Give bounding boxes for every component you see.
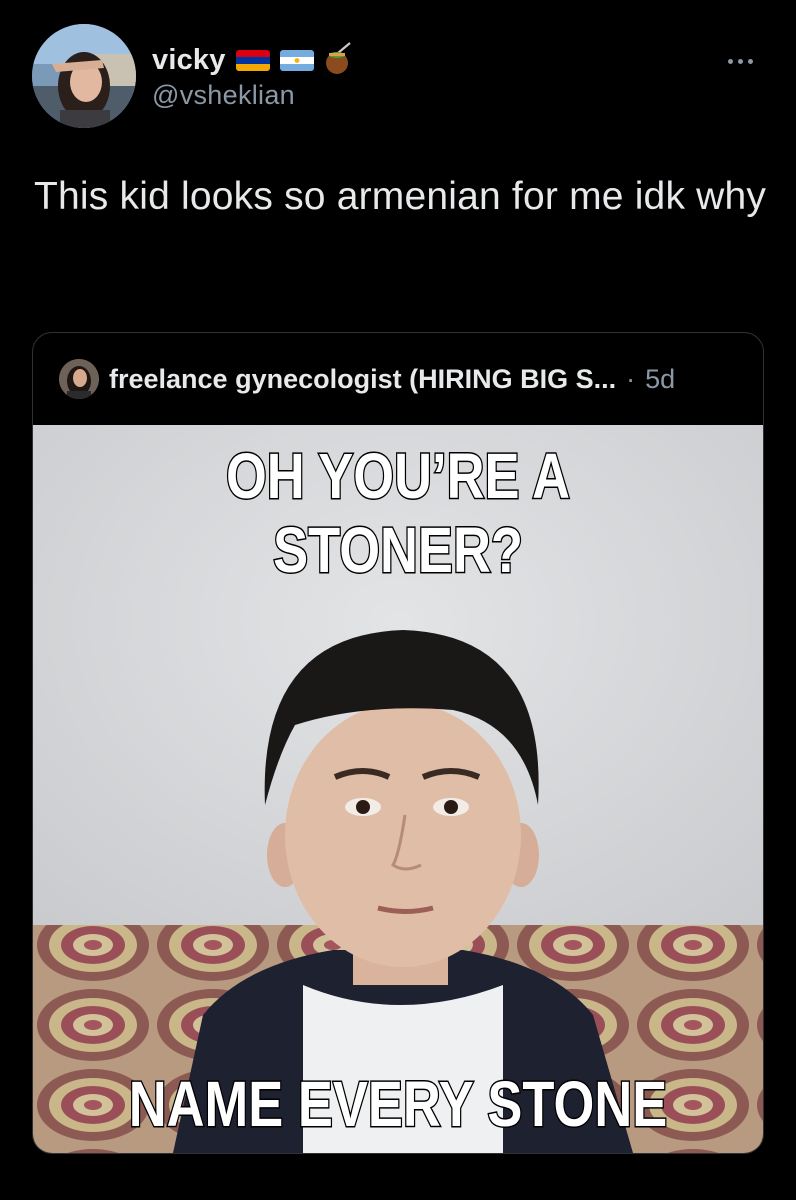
argentina-flag-icon xyxy=(279,49,314,71)
author-avatar[interactable] xyxy=(32,24,136,128)
more-dot xyxy=(747,58,753,64)
author-display-name[interactable]: vicky xyxy=(152,44,226,77)
quoted-author-name[interactable]: freelance gynecologist (HIRING BIG S... xyxy=(109,364,616,395)
quoted-author-avatar[interactable] xyxy=(59,359,99,399)
meme-bottom-text: NAME EVERY STONE xyxy=(128,1067,669,1142)
more-dot xyxy=(727,58,733,64)
mate-cup-icon xyxy=(324,41,354,80)
armenia-flag-icon xyxy=(235,49,270,71)
quoted-separator: · xyxy=(626,363,636,394)
more-dot xyxy=(737,58,743,64)
quoted-tweet-header: freelance gynecologist (HIRING BIG S... … xyxy=(59,357,675,401)
author-name-row: vicky xyxy=(152,40,354,80)
tweet-text: This kid looks so armenian for me idk wh… xyxy=(34,175,767,218)
quoted-timestamp[interactable]: 5d xyxy=(645,364,675,395)
meme-image[interactable]: OH YOU’RE A STONER? NAME EVERY STONE xyxy=(33,425,763,1153)
author-handle[interactable]: @vsheklian xyxy=(152,80,295,111)
meme-top-text: OH YOU’RE A STONER? xyxy=(225,439,572,588)
quoted-tweet-card[interactable]: freelance gynecologist (HIRING BIG S... … xyxy=(32,332,764,1154)
more-horizontal-icon[interactable] xyxy=(716,46,764,76)
